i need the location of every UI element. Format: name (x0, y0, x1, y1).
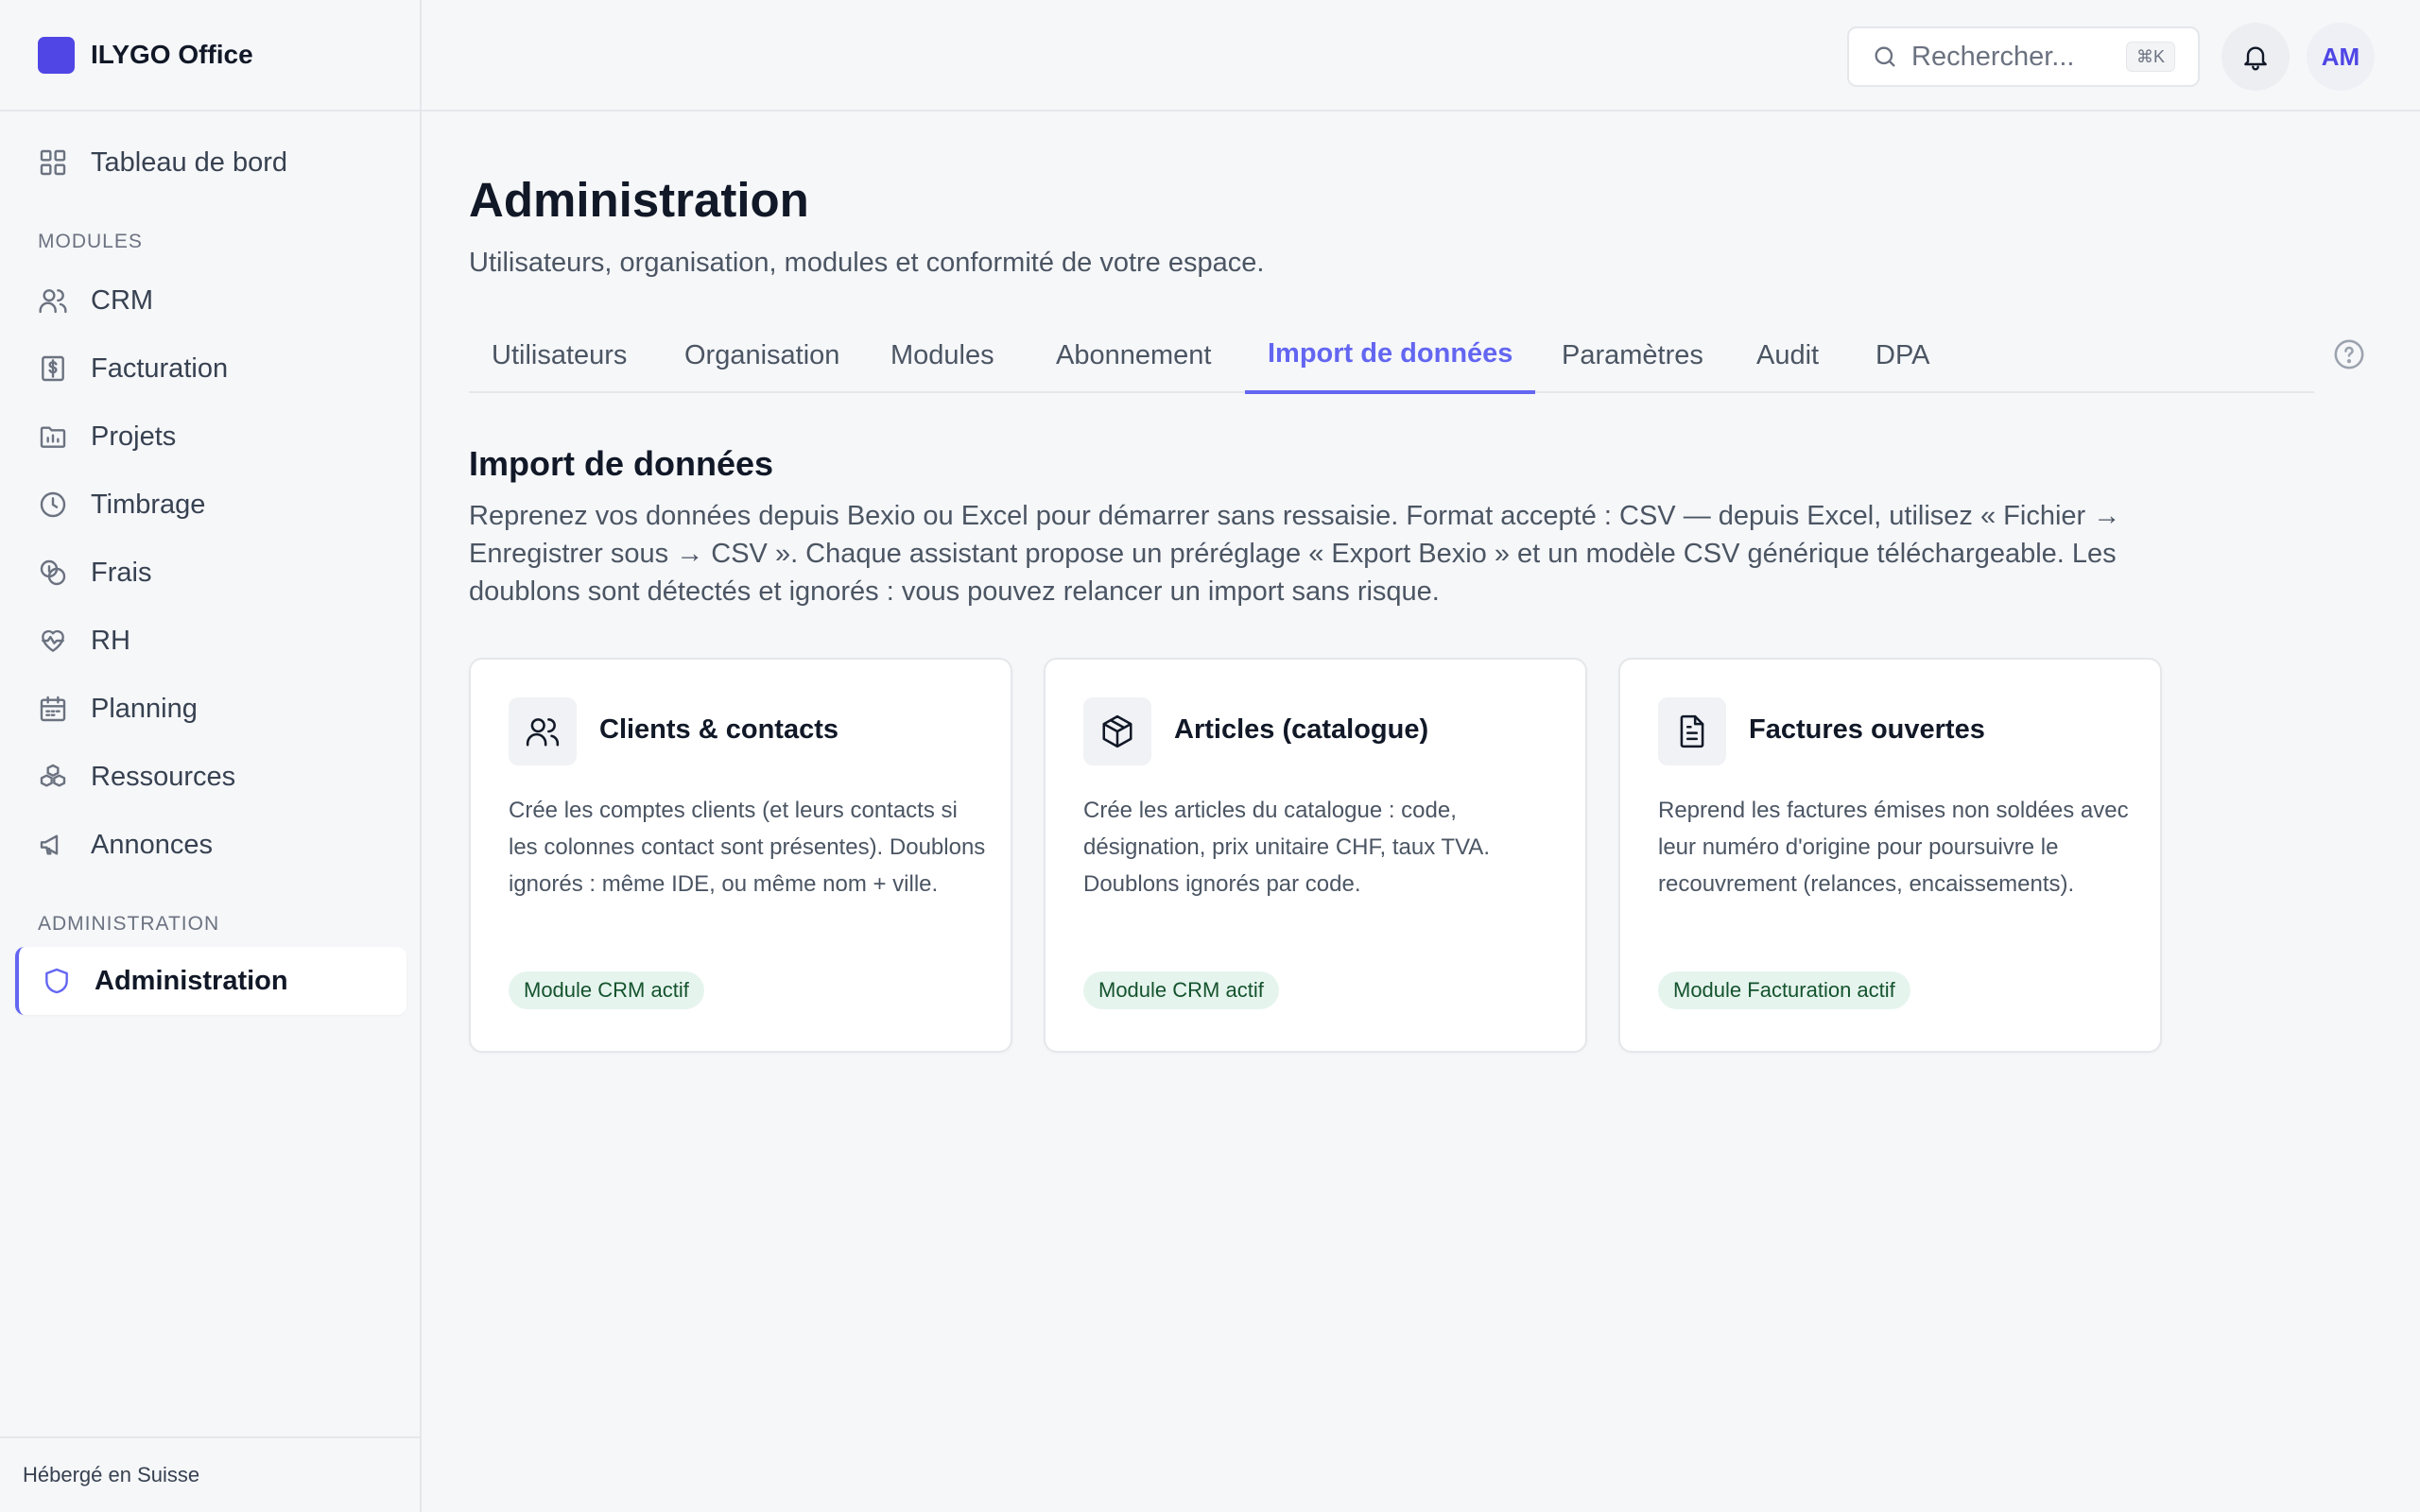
heart-pulse-icon (42, 629, 64, 652)
sidebar-item-frais[interactable]: Frais (15, 539, 406, 607)
file-text-icon (1680, 714, 1704, 748)
sidebar-item-planning[interactable]: Planning (15, 675, 406, 743)
sidebar-item-crm[interactable]: CRM (15, 266, 406, 335)
sidebar-item-label: Frais (91, 557, 152, 588)
sidebar-item-label: Projets (91, 421, 177, 452)
notifications-button[interactable] (2221, 23, 2290, 91)
sidebar: ILYGO Office Tableau de bord MODULES CRM… (0, 0, 422, 1512)
sidebar-section-administration: ADMINISTRATION (38, 913, 220, 935)
tab-import-de-donnees[interactable]: Import de données (1245, 318, 1536, 394)
clock-icon (40, 491, 66, 518)
sidebar-item-label: Facturation (91, 352, 229, 384)
sidebar-item-label: RH (91, 625, 130, 656)
sidebar-item-label: Ressources (91, 761, 236, 792)
card-description: Crée les comptes clients (et leurs conta… (509, 798, 986, 897)
sidebar-item-projets[interactable]: Projets (15, 403, 406, 471)
card-description: Crée les articles du catalogue : code, d… (1083, 798, 1490, 897)
import-card-articles[interactable]: Articles (catalogue) Crée les articles d… (1044, 658, 1587, 1053)
card-title: Clients & contacts (599, 714, 838, 745)
page-title: Administration (469, 173, 809, 227)
sidebar-item-label: Planning (91, 693, 198, 724)
sidebar-item-label: CRM (91, 284, 154, 316)
card-title: Articles (catalogue) (1174, 714, 1429, 745)
sidebar-item-label: Annonces (91, 829, 213, 860)
card-icon-box (1083, 697, 1151, 765)
card-description: Reprend les factures émises non soldées … (1658, 798, 2129, 897)
grid-icon (40, 149, 66, 176)
app-logo (38, 36, 75, 74)
module-status-badge: Module CRM actif (1083, 971, 1279, 1009)
user-avatar[interactable]: AM (2307, 23, 2375, 91)
package-icon (1102, 714, 1132, 748)
sidebar-item-rh[interactable]: RH (15, 607, 406, 675)
tab-modules[interactable]: Modules (868, 318, 1017, 393)
admin-tabs: Utilisateurs Organisation Modules Abonne… (469, 318, 2314, 394)
page-subtitle: Utilisateurs, organisation, modules et c… (469, 248, 1265, 278)
tab-utilisateurs[interactable]: Utilisateurs (469, 318, 649, 393)
calendar-icon (40, 696, 66, 722)
search-shortcut: ⌘K (2125, 42, 2175, 72)
tab-organisation[interactable]: Organisation (662, 318, 862, 393)
sidebar-item-timbrage[interactable]: Timbrage (15, 471, 406, 539)
sidebar-item-label: Tableau de bord (91, 146, 287, 178)
tab-dpa[interactable]: DPA (1853, 318, 1952, 393)
search-box[interactable]: ⌘K (1847, 26, 2200, 87)
sidebar-item-annonces[interactable]: Annonces (15, 811, 406, 879)
bell-icon (2244, 46, 2267, 71)
users-icon (526, 718, 560, 747)
brand[interactable]: ILYGO Office (0, 0, 420, 112)
sidebar-item-label: Timbrage (91, 489, 206, 520)
search-input[interactable] (1911, 41, 2119, 73)
coins-icon (40, 559, 66, 586)
sidebar-item-label: Administration (95, 965, 288, 996)
search-icon (1875, 46, 1895, 67)
tab-abonnement[interactable]: Abonnement (1033, 318, 1234, 393)
sidebar-section-modules: MODULES (38, 231, 143, 252)
card-title: Factures ouvertes (1749, 714, 1985, 745)
module-status-badge: Module Facturation actif (1658, 971, 1910, 1009)
sidebar-item-dashboard[interactable]: Tableau de bord (15, 129, 406, 197)
module-status-badge: Module CRM actif (509, 971, 704, 1009)
help-icon[interactable] (2333, 338, 2365, 370)
topbar: ⌘K AM (422, 0, 2420, 112)
hosting-note: Hébergé en Suisse (0, 1436, 422, 1512)
folder-chart-icon (40, 426, 66, 448)
card-icon-box (509, 697, 577, 765)
users-icon (39, 289, 67, 314)
sidebar-item-ressources[interactable]: Ressources (15, 743, 406, 811)
import-card-factures[interactable]: Factures ouvertes Reprend les factures é… (1618, 658, 2162, 1053)
sidebar-item-facturation[interactable]: Facturation (15, 335, 406, 403)
dollar-receipt-icon (42, 355, 64, 382)
section-description: Reprenez vos données depuis Bexio ou Exc… (469, 501, 2121, 607)
tab-audit[interactable]: Audit (1734, 318, 1841, 393)
shield-icon (45, 968, 68, 994)
boxes-icon (40, 764, 66, 787)
sidebar-item-administration[interactable]: Administration (15, 947, 406, 1015)
card-icon-box (1658, 697, 1726, 765)
import-card-clients[interactable]: Clients & contacts Crée les comptes clie… (469, 658, 1012, 1053)
megaphone-icon (40, 834, 59, 855)
app-name: ILYGO Office (91, 40, 253, 69)
section-title: Import de données (469, 444, 774, 483)
tab-parametres[interactable]: Paramètres (1539, 318, 1726, 393)
